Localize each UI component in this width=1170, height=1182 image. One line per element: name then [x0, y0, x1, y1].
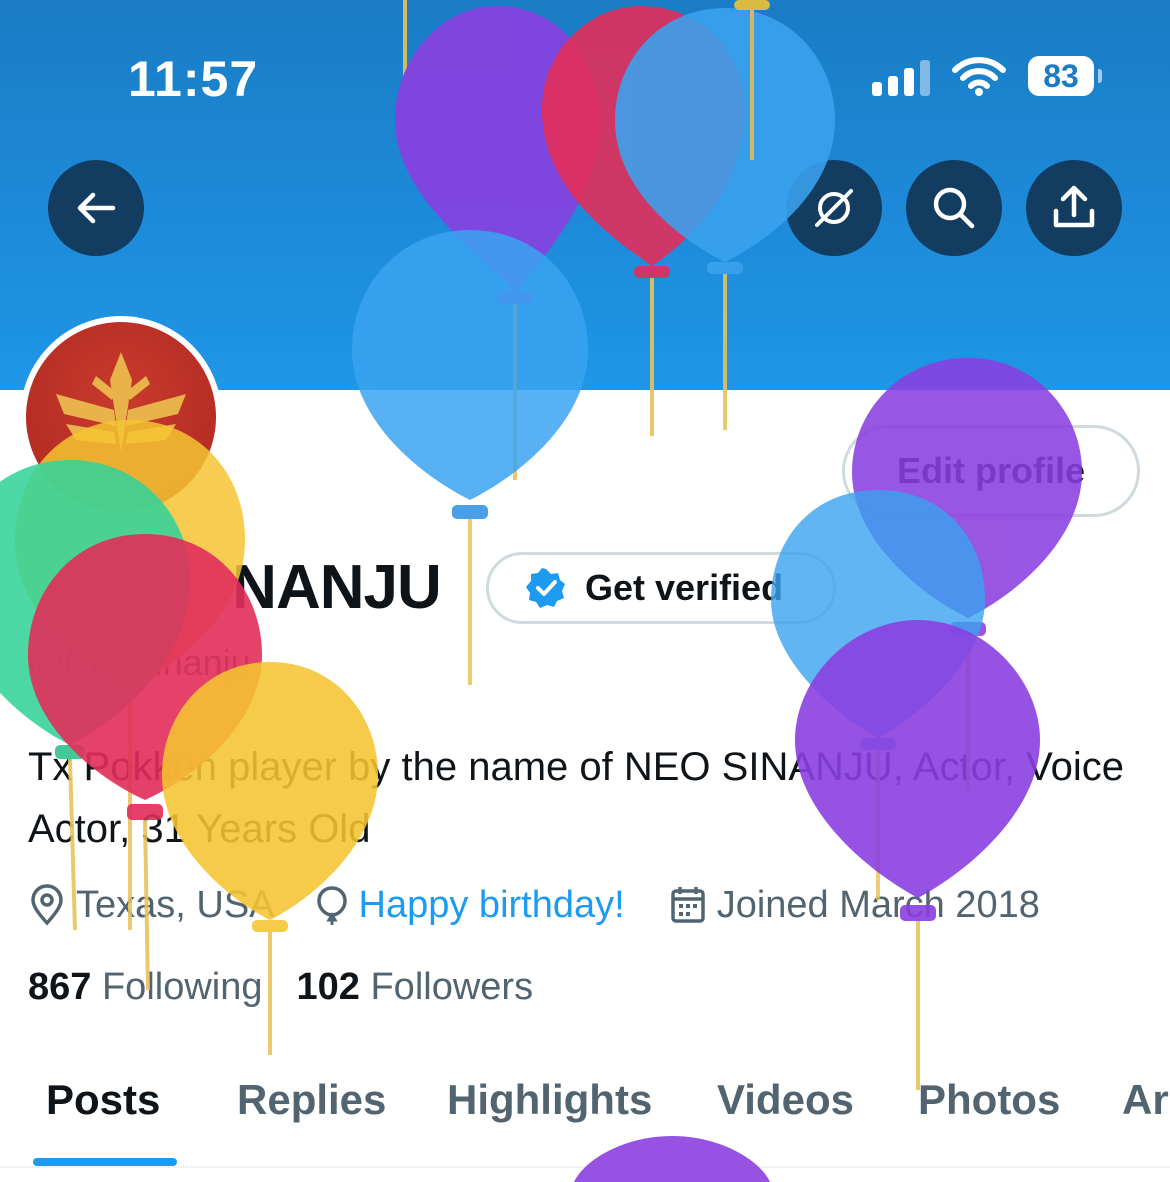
- battery-level: 83: [1043, 57, 1079, 94]
- balloon-icon: [316, 886, 347, 925]
- following-label: Following: [101, 966, 263, 1008]
- share-button[interactable]: [1026, 160, 1122, 256]
- joined-text: Joined March 2018: [716, 883, 1040, 926]
- no-broadcast-icon: [815, 189, 853, 227]
- profile-bio: Tx Pokken player by the name of NEO SINA…: [28, 745, 1125, 851]
- back-button[interactable]: [48, 160, 144, 256]
- tabs-divider: [0, 1166, 1170, 1168]
- followers-label: Followers: [370, 966, 534, 1008]
- followers-link[interactable]: 102 Followers: [297, 966, 534, 1009]
- followers-count: 102: [296, 966, 360, 1008]
- following-count: 867: [28, 966, 92, 1008]
- active-tab-indicator: [33, 1158, 177, 1166]
- follow-stats: 867 Following 102 Followers: [28, 966, 533, 1009]
- cellular-signal-icon: [872, 56, 930, 96]
- tab-highlights[interactable]: Highlights: [447, 1076, 652, 1124]
- share-icon: [1053, 185, 1095, 228]
- get-verified-button[interactable]: Get verified: [486, 552, 836, 624]
- tab-replies[interactable]: Replies: [237, 1076, 386, 1124]
- location: Texas, USA: [28, 884, 275, 927]
- tab-articles[interactable]: Ar: [1122, 1076, 1169, 1124]
- notifications-off-button[interactable]: [786, 160, 882, 256]
- wifi-icon: [952, 57, 1006, 96]
- edit-profile-button[interactable]: Edit profile: [842, 425, 1140, 517]
- search-button[interactable]: [906, 160, 1002, 256]
- status-time: 11:57: [128, 51, 259, 107]
- tab-videos[interactable]: Videos: [717, 1076, 854, 1124]
- get-verified-label: Get verified: [585, 567, 784, 608]
- profile-tabs: Posts Replies Highlights Videos Photos A…: [0, 1076, 1170, 1146]
- calendar-icon: [670, 887, 705, 923]
- location-pin-icon: [31, 884, 63, 926]
- zeon-emblem-icon: [56, 352, 186, 452]
- location-text: Texas, USA: [76, 883, 275, 926]
- search-icon: [933, 187, 975, 229]
- balloon-purple-right: [852, 358, 1082, 790]
- profile-avatar[interactable]: [20, 316, 222, 518]
- tab-photos[interactable]: Photos: [918, 1076, 1060, 1124]
- display-name: NEO SINANJU: [232, 553, 442, 622]
- status-icons: 83: [872, 56, 1102, 96]
- avatar-emblem: [26, 322, 216, 512]
- joined-date: Joined March 2018: [669, 884, 1040, 927]
- profile-handle: @NeoSinanju: [28, 642, 251, 683]
- back-arrow-icon: [77, 192, 116, 224]
- birthday-text[interactable]: Happy birthday!: [359, 884, 625, 927]
- verified-badge-icon: [526, 568, 565, 608]
- following-link[interactable]: 867 Following: [28, 966, 263, 1009]
- profile-meta: Texas, USA Happy birthday! Joined March …: [28, 880, 1040, 930]
- battery-indicator: 83: [1028, 56, 1102, 96]
- tab-posts[interactable]: Posts: [46, 1076, 160, 1124]
- birthday[interactable]: Happy birthday!: [315, 884, 625, 927]
